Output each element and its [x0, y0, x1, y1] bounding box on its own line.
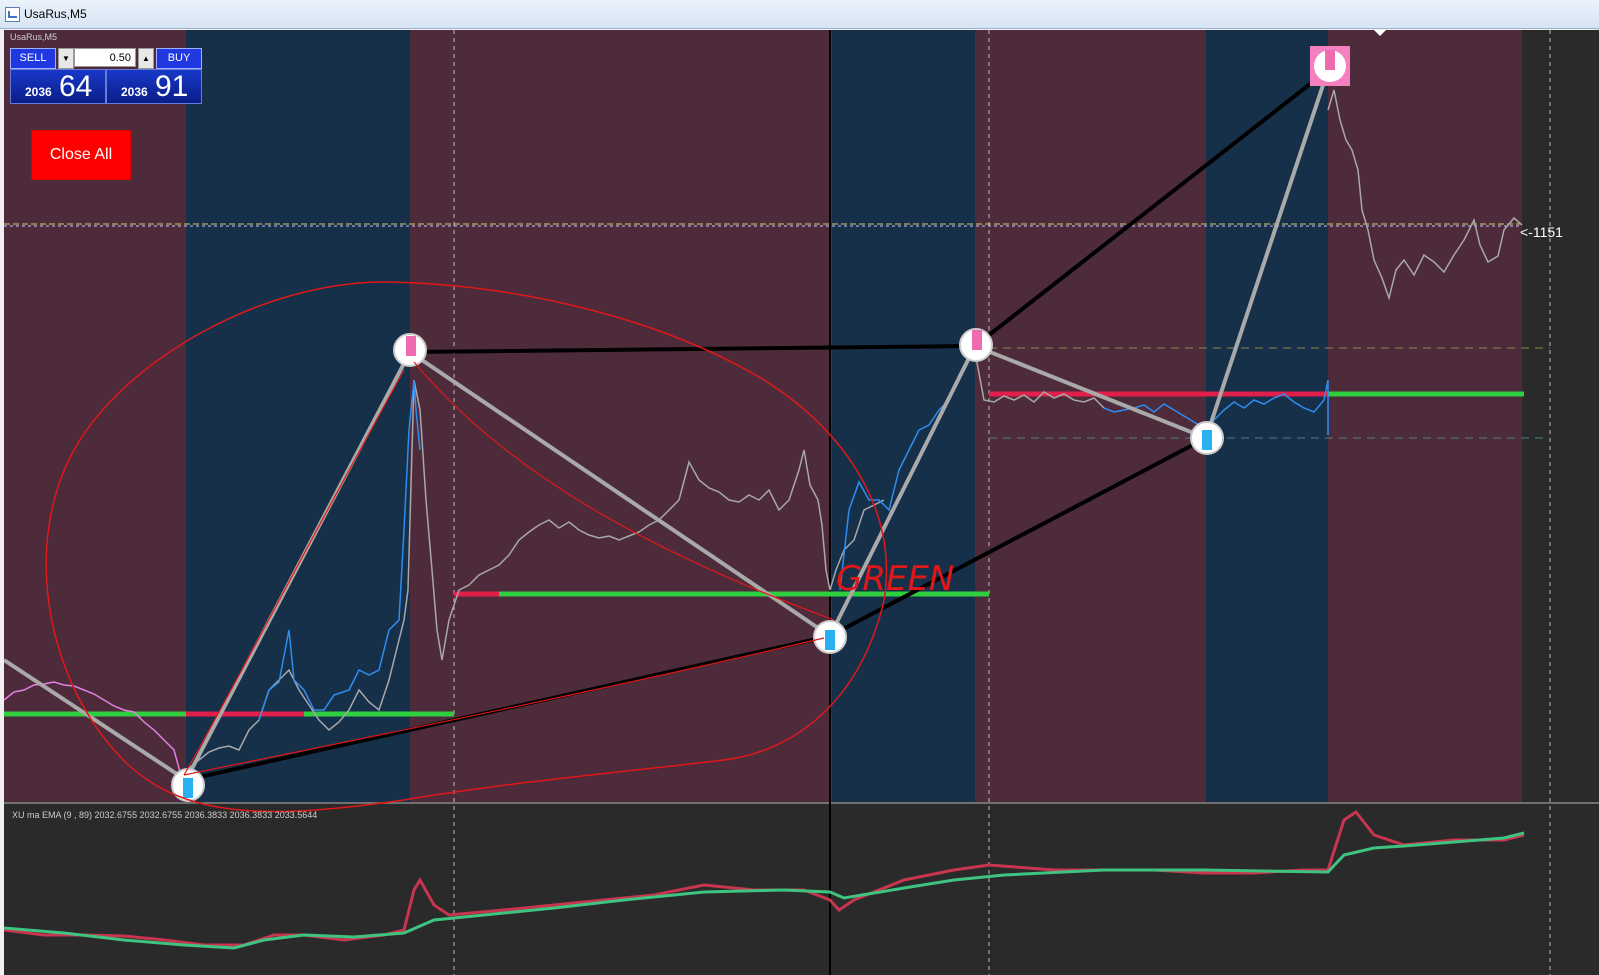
ema-slow-line	[4, 831, 1525, 950]
ema-fast-line	[4, 809, 1525, 947]
sell-price-pips: 64	[59, 70, 93, 103]
window-title: UsaRus,M5	[24, 7, 87, 21]
session-zone-pink	[975, 30, 1206, 802]
session-zone-pink	[410, 30, 832, 802]
swing-high-marker[interactable]	[1310, 46, 1350, 86]
swing-low-marker[interactable]	[813, 620, 847, 654]
buy-button[interactable]: BUY	[156, 48, 202, 69]
session-zone-blue	[1206, 30, 1328, 802]
lot-increase-button[interactable]: ▲	[138, 48, 154, 69]
chart-window-icon	[5, 7, 20, 22]
price-tag-label: <-1151	[1520, 224, 1563, 240]
sell-button[interactable]: SELL	[10, 48, 56, 69]
swing-low-marker[interactable]	[1190, 421, 1224, 455]
swing-high-marker[interactable]	[393, 333, 427, 367]
buy-price-pips: 91	[155, 70, 189, 103]
lot-decrease-button[interactable]: ▼	[58, 48, 74, 69]
indicator-label: XU ma EMA (9 , 89) 2032.6755 2032.6755 2…	[12, 810, 318, 820]
buy-price-box[interactable]: 2036 91	[106, 69, 202, 104]
hand-drawn-text-annotation: GREEN	[836, 559, 954, 599]
window-titlebar: UsaRus,M5	[0, 0, 1599, 29]
sell-price-prefix: 2036	[25, 85, 52, 99]
chart-area[interactable]: GREEN UsaRus,M5 SELL ▼ ▲ BUY 2036 64 203…	[4, 30, 1599, 975]
chart-symbol-label: UsaRus,M5	[10, 32, 58, 42]
close-all-button[interactable]: Close All	[31, 130, 131, 180]
session-zone-pink	[1328, 30, 1522, 802]
one-click-trading-panel: SELL ▼ ▲ BUY 2036 64 2036 91	[10, 48, 202, 104]
lot-size-input[interactable]	[74, 48, 136, 67]
swing-high-marker[interactable]	[959, 328, 993, 362]
buy-price-prefix: 2036	[121, 85, 148, 99]
session-zone-blue	[832, 30, 975, 802]
chart-canvas[interactable]: GREEN	[4, 30, 1599, 975]
sell-price-box[interactable]: 2036 64	[10, 69, 106, 104]
